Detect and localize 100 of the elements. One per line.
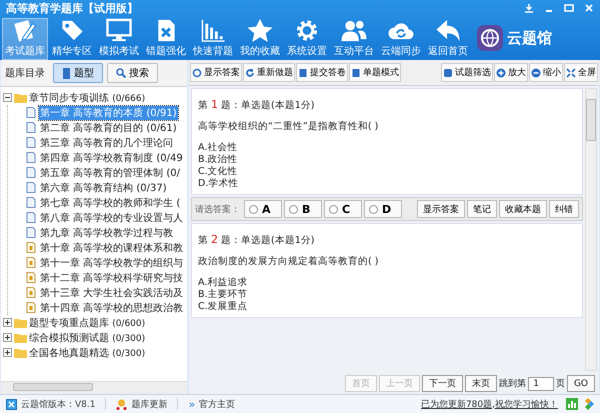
return-arrow-icon bbox=[434, 18, 462, 43]
star-icon bbox=[246, 18, 274, 43]
jump-label: 跳到第 bbox=[499, 378, 526, 390]
locked-document-icon bbox=[26, 302, 36, 313]
sidebar-title: 题库目录 bbox=[5, 66, 45, 80]
tree-item[interactable]: 第五章 高等教育的管理体制 (0/ bbox=[39, 166, 181, 180]
plus-circle-icon bbox=[496, 68, 506, 78]
page-select[interactable]: 1 bbox=[528, 376, 554, 390]
folder-icon bbox=[14, 332, 27, 342]
answer-choice[interactable]: B bbox=[284, 200, 322, 218]
answer-choice[interactable]: D bbox=[364, 200, 402, 218]
question-action-button[interactable]: 收藏本题 bbox=[499, 200, 547, 218]
expander-icon[interactable] bbox=[3, 93, 12, 102]
chevron-mark: » bbox=[188, 398, 196, 410]
bar-chart-icon[interactable] bbox=[566, 398, 578, 410]
toolbar-button[interactable]: 返回首页 bbox=[425, 18, 471, 60]
answer-option: A.利益追求 bbox=[198, 277, 576, 289]
window-title: 高等教育学题库【试用版】 bbox=[6, 0, 138, 16]
tree-item[interactable]: 全国各地真题精选 (0/300) bbox=[29, 346, 146, 360]
people-icon bbox=[340, 18, 368, 43]
toolbar-button[interactable]: 试题筛选 bbox=[441, 63, 493, 82]
locked-document-icon bbox=[26, 272, 36, 283]
tree-item[interactable]: 第十二章 高等学校科学研究与技 bbox=[39, 270, 184, 284]
tree-item[interactable]: 第七章 高等学校的教师和学生 ( bbox=[39, 196, 182, 210]
document-icon bbox=[26, 167, 36, 178]
toolbar-button[interactable]: 我的收藏 bbox=[237, 18, 283, 60]
document-icon bbox=[26, 107, 36, 118]
fullscreen-icon bbox=[566, 68, 576, 78]
question-heading: 第 2 题：单选题(本题1分) bbox=[198, 234, 316, 247]
minus-circle-icon bbox=[531, 68, 541, 78]
question-text: 政治制度的发展方向规定着高等教育的( ) bbox=[198, 256, 380, 268]
tree-item[interactable]: 综合模拟预测试题 (0/300) bbox=[29, 330, 146, 344]
toolbar-button[interactable]: 重新做题 bbox=[243, 63, 295, 82]
question-action-button[interactable]: 纠错 bbox=[549, 200, 579, 218]
tree-item[interactable]: 第九章 高等学校教学过程与教 bbox=[39, 226, 174, 240]
toolbar-button[interactable]: 云端同步 bbox=[378, 18, 424, 60]
toolbar-button[interactable]: 互动平台 bbox=[331, 18, 377, 60]
tree-item[interactable]: 第八章 高等学校的专业设置与人 bbox=[39, 210, 184, 224]
expander-icon[interactable] bbox=[3, 318, 12, 327]
toolbar-button[interactable]: 缩小 bbox=[529, 63, 563, 82]
expander-icon[interactable] bbox=[3, 333, 12, 342]
answer-prompt: 请选答案： bbox=[195, 203, 240, 216]
maximize-icon[interactable] bbox=[564, 3, 574, 13]
answer-option: C.文化性 bbox=[198, 166, 576, 178]
toolbar-button[interactable]: 系统设置 bbox=[284, 18, 330, 60]
toolbar-button[interactable]: 错题强化 bbox=[143, 18, 189, 60]
page-button[interactable]: 下一页 bbox=[422, 375, 464, 392]
locked-document-icon bbox=[26, 257, 36, 268]
globe-logo-icon bbox=[476, 24, 504, 52]
toolbar-button[interactable]: 快速背题 bbox=[190, 18, 236, 60]
expander-icon[interactable] bbox=[3, 348, 12, 357]
document-icon bbox=[26, 212, 36, 223]
tree-item[interactable]: 第十三章 大学生社会实践活动及 bbox=[39, 286, 184, 300]
vertical-scrollbar[interactable] bbox=[585, 88, 597, 371]
document-icon bbox=[26, 182, 36, 193]
tree-item[interactable]: 第三章 高等教育的几个理论问 bbox=[39, 136, 174, 150]
answer-choice[interactable]: C bbox=[324, 200, 362, 218]
document-icon bbox=[26, 152, 36, 163]
answer-option: A.社会性 bbox=[198, 142, 576, 154]
toolbar-button[interactable]: 模拟考试 bbox=[96, 18, 142, 60]
toolbar-button[interactable]: 全屏 bbox=[564, 63, 598, 82]
homepage-link[interactable]: 官方主页 bbox=[199, 398, 236, 410]
answer-choice[interactable]: A bbox=[244, 200, 282, 218]
close-icon[interactable] bbox=[584, 3, 594, 13]
tree-item[interactable]: 第六章 高等教育结构 (0/37) bbox=[39, 180, 168, 194]
tree-item[interactable]: 章节同步专项训练 (0/666) bbox=[29, 90, 146, 104]
tree-item[interactable]: 第四章 高等学校教育制度 (0/49 bbox=[39, 150, 184, 164]
download-icon[interactable] bbox=[524, 3, 534, 13]
locked-document-icon bbox=[26, 287, 36, 298]
page-suffix: 页 bbox=[556, 378, 565, 390]
search-icon bbox=[116, 68, 126, 78]
version-label: 云题馆版本：V8.1 bbox=[21, 398, 96, 410]
answer-option: C.发展重点 bbox=[198, 301, 576, 313]
folder-icon bbox=[14, 92, 27, 102]
toolbar-button[interactable]: 精华专区 bbox=[49, 18, 95, 60]
go-button[interactable]: GO bbox=[566, 375, 595, 392]
tree-item[interactable]: 第二章 高等教育的目的 (0/61) bbox=[39, 120, 178, 134]
document-icon bbox=[26, 122, 36, 133]
sidebar-tab[interactable]: 题型 bbox=[53, 63, 103, 83]
toolbar-button[interactable]: 显示答案 bbox=[190, 63, 242, 82]
tree-item[interactable]: 第十四章 高等学校的思想政治教 bbox=[39, 300, 184, 314]
sidebar-tab[interactable]: 搜索 bbox=[107, 63, 158, 83]
toolbar-button[interactable]: 提交答卷 bbox=[296, 63, 348, 82]
update-link[interactable]: 题库更新 bbox=[131, 398, 168, 410]
horizontal-scrollbar[interactable] bbox=[1, 381, 187, 394]
locked-document-icon bbox=[26, 242, 36, 253]
document-icon bbox=[26, 227, 36, 238]
tree-item[interactable]: 第十章 高等学校的课程体系和教 bbox=[39, 240, 184, 254]
question-heading: 第 1 题：单选题(本题1分) bbox=[198, 99, 316, 112]
document-icon bbox=[351, 68, 361, 78]
toolbar-button[interactable]: 单题模式 bbox=[349, 63, 401, 82]
tree-item[interactable]: 第十一章 高等学校教学的组织与 bbox=[39, 256, 184, 270]
folder-icon bbox=[14, 348, 27, 358]
question-action-button[interactable]: 显示答案 bbox=[417, 200, 465, 218]
question-action-button[interactable]: 笔记 bbox=[467, 200, 497, 218]
tree-item[interactable]: 题型专项重点题库 (0/600) bbox=[29, 316, 146, 330]
toolbar-button[interactable]: 放大 bbox=[494, 63, 528, 82]
update-notice-link[interactable]: 已为您更新780题,祝您学习愉快！ bbox=[420, 398, 558, 410]
page-button[interactable]: 末页 bbox=[465, 375, 498, 392]
answer-option: B.主要环节 bbox=[198, 289, 576, 301]
